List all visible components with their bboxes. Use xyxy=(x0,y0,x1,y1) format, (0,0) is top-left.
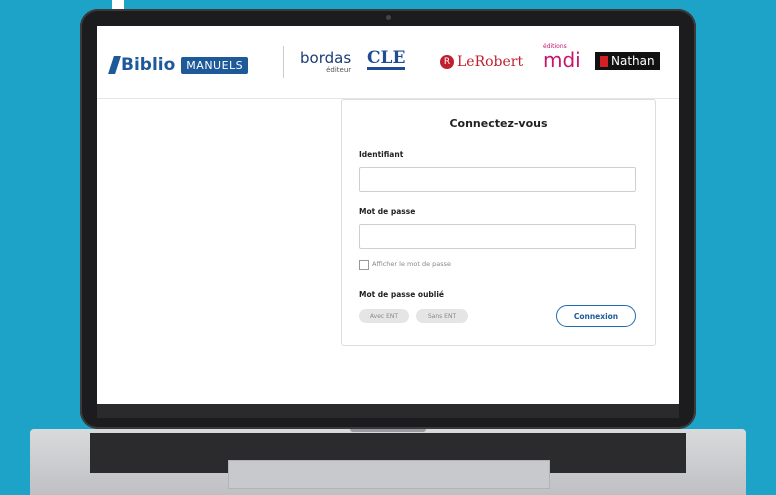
nathan-logo[interactable]: Nathan xyxy=(595,52,660,70)
laptop-hinge xyxy=(350,429,426,432)
laptop-trackpad xyxy=(228,460,550,489)
mdi-logo[interactable]: éditions mdi xyxy=(543,43,581,70)
lerobert-name: LeRobert xyxy=(457,54,524,70)
bordas-name: bordas xyxy=(300,49,352,67)
manuels-badge: MANUELS xyxy=(181,56,249,74)
login-title: Connectez-vous xyxy=(449,117,548,130)
bordas-subtitle: éditeur xyxy=(326,66,352,74)
header-divider xyxy=(283,46,284,78)
bordas-logo[interactable]: bordas éditeur xyxy=(300,49,352,75)
mdi-name: mdi xyxy=(543,48,581,72)
nathan-mark-icon xyxy=(600,55,608,67)
screen-bezel-bottom xyxy=(97,404,679,418)
identifiant-input[interactable] xyxy=(359,167,636,192)
laptop-lid: Biblio MANUELS bordas éditeur CLE R LeRo… xyxy=(80,9,696,429)
avec-ent-button[interactable]: Avec ENT xyxy=(359,309,409,323)
publisher-header: Biblio MANUELS bordas éditeur CLE R LeRo… xyxy=(97,26,679,99)
connexion-button[interactable]: Connexion xyxy=(556,305,636,327)
identifiant-label: Identifiant xyxy=(359,150,404,159)
password-label: Mot de passe xyxy=(359,207,416,216)
login-card: Connectez-vous Identifiant Mot de passe … xyxy=(341,99,656,346)
laptop-screen: Biblio MANUELS bordas éditeur CLE R LeRo… xyxy=(97,26,679,404)
password-input[interactable] xyxy=(359,224,636,249)
biblio-wordmark: Biblio xyxy=(121,55,176,75)
cle-logo[interactable]: CLE xyxy=(367,50,406,70)
webcam xyxy=(386,15,391,20)
nathan-name: Nathan xyxy=(611,54,655,68)
show-password-checkbox[interactable] xyxy=(359,260,369,270)
biblio-slash-icon xyxy=(108,56,121,74)
laptop-base xyxy=(30,429,746,495)
sans-ent-button[interactable]: Sans ENT xyxy=(416,309,468,323)
lerobert-logo[interactable]: R LeRobert xyxy=(440,54,523,70)
lerobert-r-icon: R xyxy=(440,55,454,69)
biblio-manuels-logo[interactable]: Biblio MANUELS xyxy=(108,55,249,75)
show-password-label[interactable]: Afficher le mot de passe xyxy=(372,260,451,268)
forgot-password-label: Mot de passe oublié xyxy=(359,290,445,299)
